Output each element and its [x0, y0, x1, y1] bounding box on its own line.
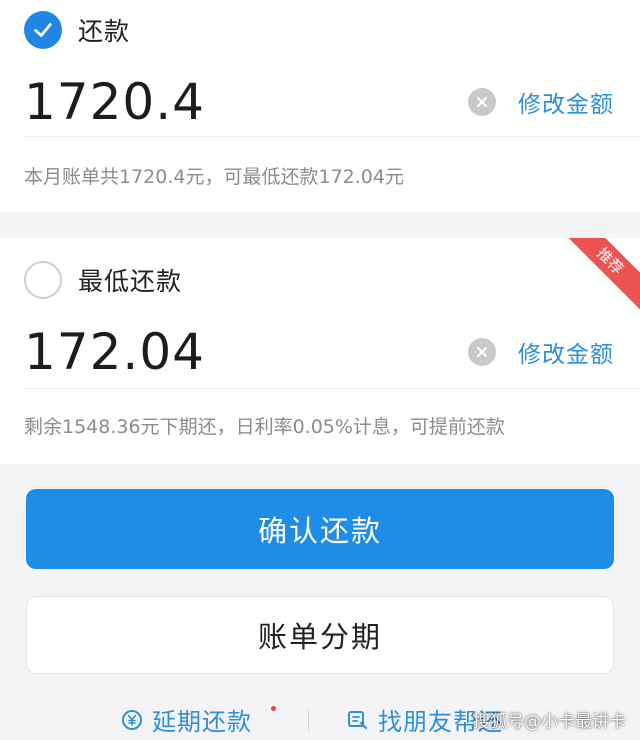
- link-separator: [308, 710, 309, 732]
- min-repay-option[interactable]: 最低还款: [24, 260, 182, 300]
- full-repay-label: 还款: [78, 17, 131, 46]
- full-repay-amount[interactable]: 1720.4: [24, 73, 468, 131]
- full-repay-option[interactable]: 还款: [24, 10, 130, 50]
- bill-installment-button[interactable]: 账单分期: [26, 596, 614, 674]
- min-repay-card[interactable]: 推荐 最低还款 172.04 修改金额 剩余1548.36元下期还，日利率0.0…: [0, 238, 640, 464]
- full-repay-card[interactable]: 还款 1720.4 修改金额 本月账单共1720.4元，可最低还款172.04元: [0, 0, 640, 212]
- repayment-page: 还款 1720.4 修改金额 本月账单共1720.4元，可最低还款172.04元…: [0, 0, 640, 740]
- min-repay-label: 最低还款: [78, 267, 183, 296]
- clear-icon[interactable]: [468, 338, 496, 366]
- divider: [24, 136, 640, 137]
- friend-help-icon: [348, 710, 368, 729]
- yuan-clock-icon: [122, 709, 142, 730]
- defer-repay-link[interactable]: 延期还款: [120, 702, 252, 737]
- watermark: 搜狐号@小卡最讲卡: [473, 712, 626, 732]
- min-repay-note: 剩余1548.36元下期还，日利率0.05%计息，可提前还款: [24, 416, 505, 438]
- full-repay-note: 本月账单共1720.4元，可最低还款172.04元: [24, 166, 404, 188]
- full-repay-amount-row: 1720.4 修改金额: [24, 70, 614, 134]
- defer-repay-label: 延期还款: [152, 708, 252, 736]
- notification-dot: [271, 706, 276, 711]
- min-repay-amount-row: 172.04 修改金额: [24, 320, 614, 384]
- clear-icon[interactable]: [468, 88, 496, 116]
- confirm-repay-button[interactable]: 确认还款: [26, 489, 614, 569]
- min-repay-edit-amount-link[interactable]: 修改金额: [518, 335, 614, 369]
- full-repay-edit-amount-link[interactable]: 修改金额: [518, 85, 614, 119]
- min-repay-amount[interactable]: 172.04: [24, 323, 468, 381]
- checked-radio-icon[interactable]: [24, 11, 62, 49]
- divider: [24, 388, 640, 389]
- unchecked-radio-icon[interactable]: [24, 261, 62, 299]
- recommended-badge: 推荐: [558, 238, 640, 313]
